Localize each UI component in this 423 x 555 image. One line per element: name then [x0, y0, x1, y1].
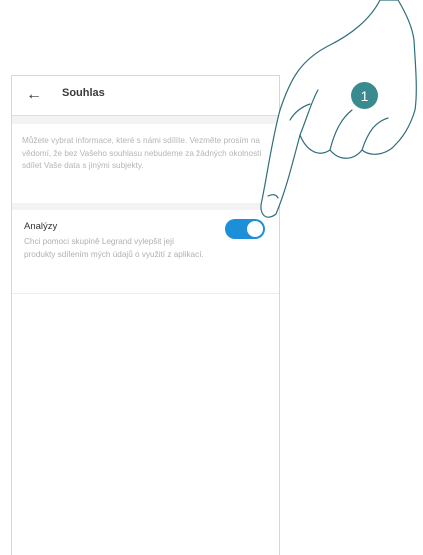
step-number-badge: 1: [351, 82, 378, 109]
app-screen: ← Souhlas Můžete vybrat informace, které…: [11, 75, 280, 555]
setting-description: Chci pomoci skupině Legrand vylepšit jej…: [24, 237, 204, 259]
section-separator: [12, 203, 279, 210]
back-button[interactable]: ←: [22, 85, 46, 105]
section-separator: [12, 116, 279, 124]
page-title: Souhlas: [62, 87, 105, 99]
setting-title: Analýzy: [24, 221, 58, 232]
arrow-left-icon: ←: [26, 86, 42, 103]
app-bar: ← Souhlas: [12, 76, 279, 116]
row-divider: [12, 293, 279, 294]
toggle-knob: [247, 221, 263, 237]
intro-text: Můžete vybrat informace, které s námi sd…: [22, 136, 262, 170]
analytics-toggle[interactable]: [225, 219, 265, 239]
